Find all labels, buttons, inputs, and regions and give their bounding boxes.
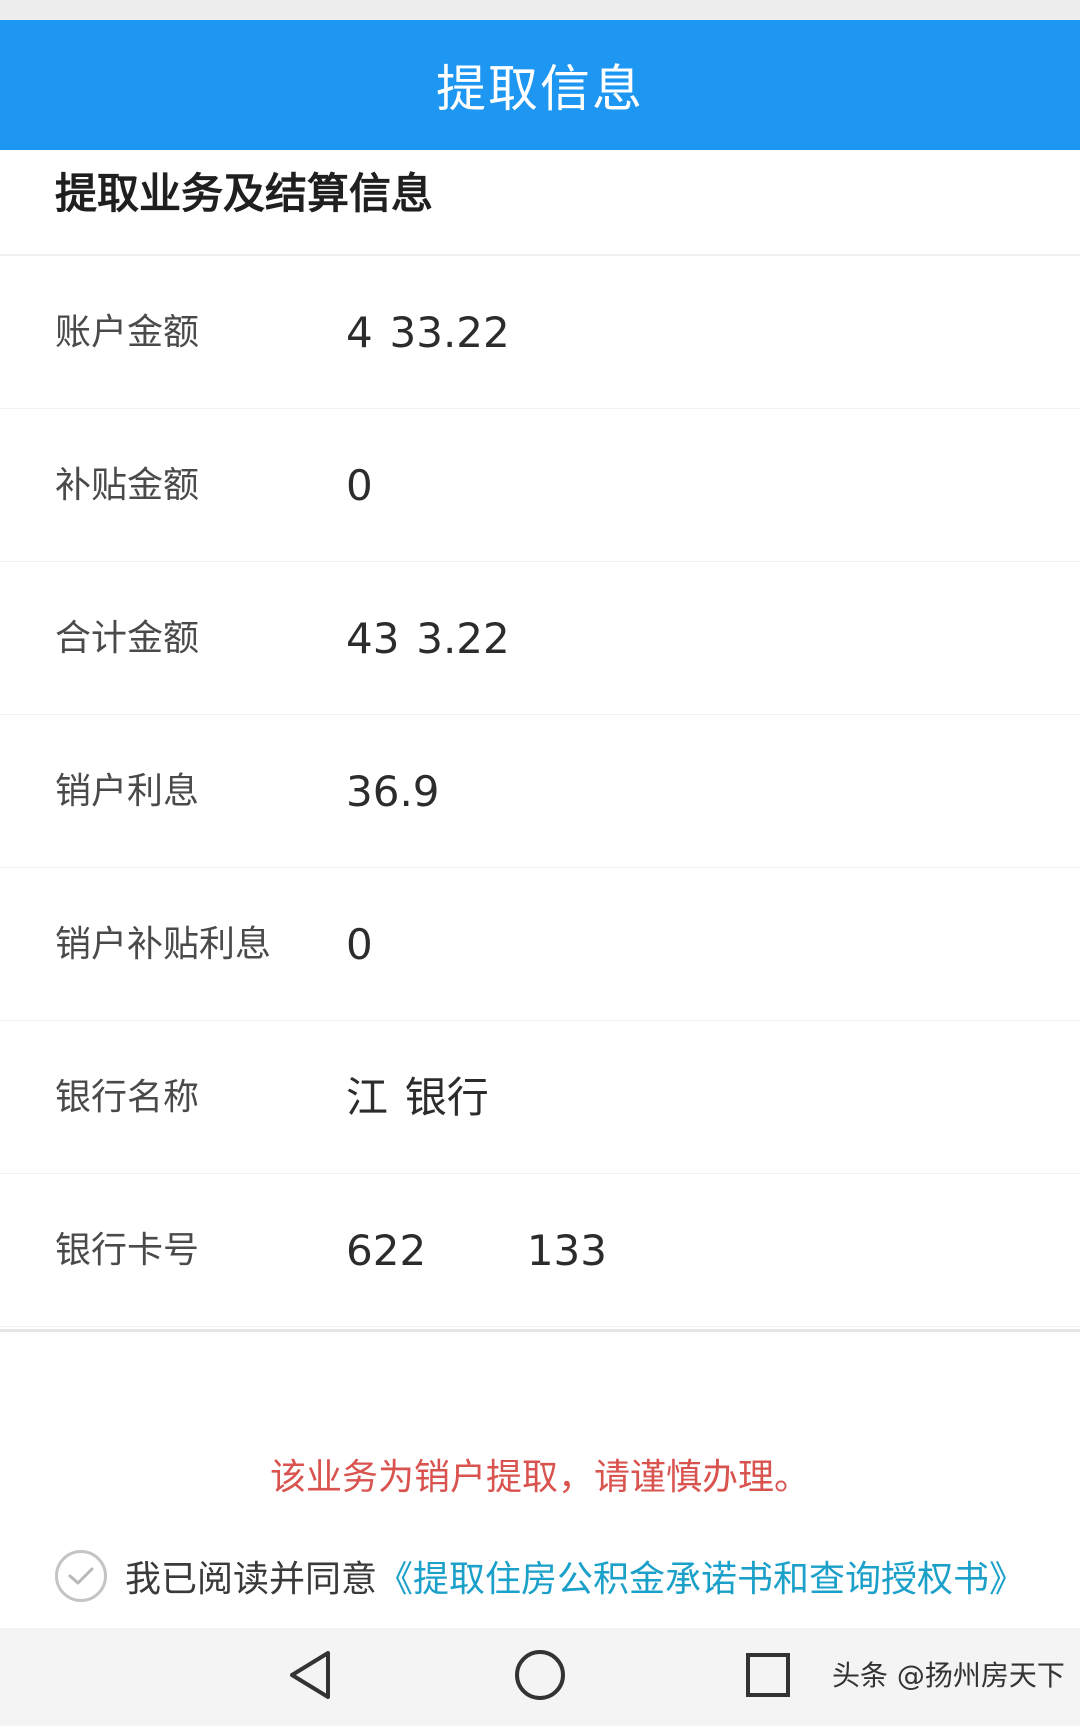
row-value: 4 33.22 [346, 308, 510, 357]
row-label: 销户利息 [55, 771, 200, 812]
row-label: 销户补贴利息 [55, 924, 272, 965]
app-bar: 提取信息 [0, 20, 1080, 150]
home-button[interactable] [500, 1628, 580, 1726]
row-value: 0 [346, 920, 373, 969]
agreement-row: 我已阅读并同意 《提取住房公积金承诺书和查询授权书》 [55, 1545, 1025, 1607]
home-circle-icon [513, 1648, 567, 1706]
row-value: 43 3.22 [346, 614, 510, 663]
row-subsidy-amount: 补贴金额 0 [0, 409, 1080, 562]
warning-text: 该业务为销户提取，请谨慎办理。 [269, 1457, 810, 1498]
section-title: 提取业务及结算信息 [55, 169, 434, 218]
watermark-text: 头条 @扬州房天下 [832, 1659, 1065, 1692]
row-label: 补贴金额 [55, 465, 200, 506]
agreement-link[interactable]: 《提取住房公积金承诺书和查询授权书》 [377, 1550, 1025, 1602]
row-closing-subsidy-interest: 销户补贴利息 0 [0, 868, 1080, 1021]
back-triangle-icon [286, 1649, 334, 1705]
row-value: 江 银行 [346, 1073, 489, 1122]
row-value: 622 133 [346, 1226, 607, 1275]
row-value: 36.9 [346, 767, 440, 816]
row-label: 银行卡号 [55, 1230, 200, 1271]
section-header: 提取业务及结算信息 [0, 150, 1080, 256]
row-label: 合计金额 [55, 618, 200, 659]
recents-button[interactable] [728, 1628, 808, 1726]
settlement-info-list: 账户金额 4 33.22 补贴金额 0 合计金额 43 3.22 销户利息 36… [0, 256, 1080, 1327]
row-account-amount: 账户金额 4 33.22 [0, 256, 1080, 409]
back-button[interactable] [270, 1628, 350, 1726]
row-value: 0 [346, 461, 373, 510]
row-closing-interest: 销户利息 36.9 [0, 715, 1080, 868]
list-bottom-divider [0, 1329, 1080, 1332]
row-bank-card-number: 银行卡号 622 133 [0, 1174, 1080, 1327]
status-strip [0, 0, 1080, 20]
row-label: 账户金额 [55, 312, 200, 353]
recents-square-icon [744, 1651, 792, 1703]
row-total-amount: 合计金额 43 3.22 [0, 562, 1080, 715]
check-circle-icon[interactable] [55, 1550, 107, 1602]
row-label: 银行名称 [55, 1077, 200, 1118]
row-bank-name: 银行名称 江 银行 [0, 1021, 1080, 1174]
page-title: 提取信息 [436, 60, 644, 118]
agreement-prefix: 我已阅读并同意 [125, 1559, 378, 1600]
